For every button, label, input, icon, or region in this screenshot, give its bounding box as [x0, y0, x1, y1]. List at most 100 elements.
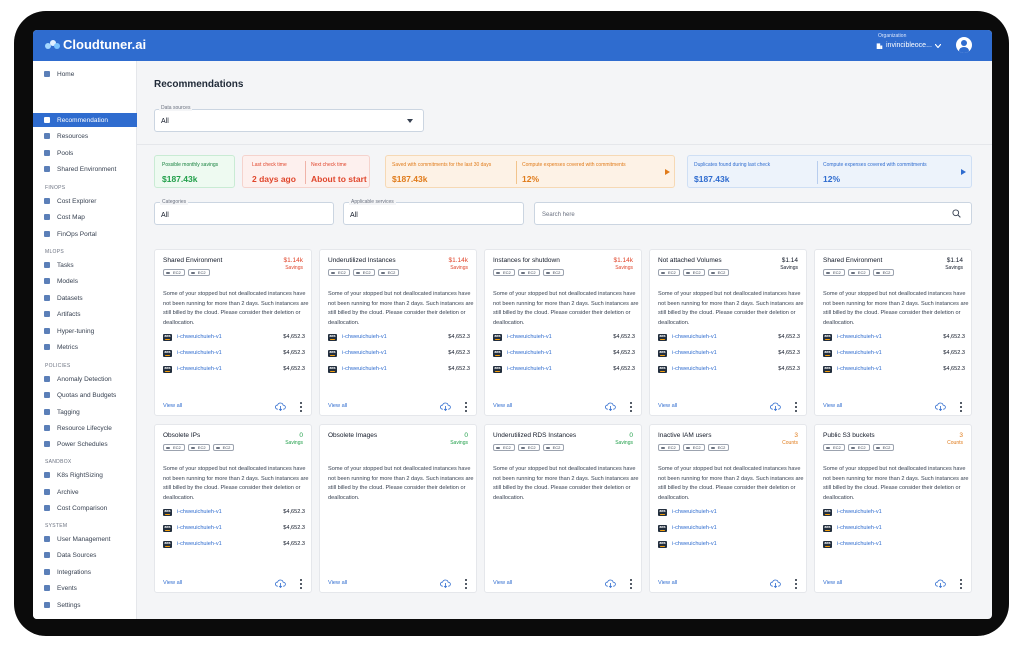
view-all-link[interactable]: View all: [163, 403, 182, 409]
user-avatar[interactable]: [956, 37, 972, 53]
cloud-download-icon[interactable]: [275, 402, 286, 411]
duplicates-card[interactable]: Duplicates found during last check $187.…: [687, 155, 972, 188]
instance-name[interactable]: i-chweuichuieh-v1: [342, 334, 387, 340]
instance-name[interactable]: i-chweuichuieh-v1: [177, 525, 222, 531]
search-input[interactable]: Search here: [534, 202, 972, 225]
instance-row[interactable]: aws i-chweuichuieh-v1 $4,652.3: [163, 541, 305, 549]
sidebar-item-settings[interactable]: Settings: [33, 598, 137, 612]
instance-name[interactable]: i-chweuichuieh-v1: [672, 334, 717, 340]
instance-row[interactable]: aws i-chweuichuieh-v1 $4,652.3: [163, 366, 305, 374]
applicable-services-select[interactable]: Applicable services All: [343, 199, 524, 225]
cloud-download-icon[interactable]: [440, 402, 451, 411]
recommendation-card[interactable]: Shared Environment $1.14 Savings EC2 EC2 EC2 S…: [814, 249, 972, 416]
instance-row[interactable]: aws i-chweuichuieh-v1 $4,652.3: [493, 350, 635, 358]
more-options-icon[interactable]: [629, 402, 633, 412]
instance-row[interactable]: aws i-chweuichuieh-v1 $4,652.3: [328, 366, 470, 374]
instance-row[interactable]: aws i-chweuichuieh-v1 $4,652.3: [493, 334, 635, 342]
instance-row[interactable]: aws i-chweuichuieh-v1 $4,652.3: [493, 366, 635, 374]
view-all-link[interactable]: View all: [328, 403, 347, 409]
instance-name[interactable]: i-chweuichuieh-v1: [837, 509, 882, 515]
instance-row[interactable]: aws i-chweuichuieh-v1 $4,652.3: [163, 350, 305, 358]
instance-name[interactable]: i-chweuichuieh-v1: [177, 366, 222, 372]
cloud-download-icon[interactable]: [605, 402, 616, 411]
instance-name[interactable]: i-chweuichuieh-v1: [837, 350, 882, 356]
instance-name[interactable]: i-chweuichuieh-v1: [507, 366, 552, 372]
view-all-link[interactable]: View all: [163, 580, 182, 586]
sidebar-item-anomaly-detection[interactable]: Anomaly Detection: [33, 372, 137, 386]
instance-name[interactable]: i-chweuichuieh-v1: [507, 334, 552, 340]
cloud-download-icon[interactable]: [770, 402, 781, 411]
cloud-download-icon[interactable]: [935, 402, 946, 411]
instance-row[interactable]: aws i-chweuichuieh-v1: [658, 541, 800, 549]
instance-row[interactable]: aws i-chweuichuieh-v1 $4,652.3: [163, 525, 305, 533]
instance-name[interactable]: i-chweuichuieh-v1: [672, 509, 717, 515]
instance-row[interactable]: aws i-chweuichuieh-v1 $4,652.3: [823, 334, 965, 342]
view-all-link[interactable]: View all: [823, 580, 842, 586]
recommendation-card[interactable]: Underutilized Instances $1.14k Savings EC2 E…: [319, 249, 477, 416]
sidebar-item-tasks[interactable]: Tasks: [33, 258, 137, 272]
sidebar-item-cost-comparison[interactable]: Cost Comparison: [33, 501, 137, 515]
instance-row[interactable]: aws i-chweuichuieh-v1 $4,652.3: [658, 366, 800, 374]
sidebar-item-hyper-tuning[interactable]: Hyper-tuning: [33, 324, 137, 338]
sidebar-item-models[interactable]: Models: [33, 274, 137, 288]
commitments-card[interactable]: Saved with commitments for the last 30 d…: [385, 155, 675, 188]
recommendation-card[interactable]: Obsolete IPs 0 Savings EC2 EC2 EC2 Some of you…: [154, 424, 312, 593]
more-options-icon[interactable]: [299, 402, 303, 412]
cloud-download-icon[interactable]: [440, 579, 451, 588]
instance-row[interactable]: aws i-chweuichuieh-v1 $4,652.3: [328, 350, 470, 358]
sidebar-item-home[interactable]: Home: [33, 67, 137, 81]
sidebar-item-cost-map[interactable]: Cost Map: [33, 210, 137, 224]
instance-name[interactable]: i-chweuichuieh-v1: [837, 525, 882, 531]
more-options-icon[interactable]: [299, 579, 303, 589]
sidebar-item-metrics[interactable]: Metrics: [33, 340, 137, 354]
sidebar-item-quotas-budgets[interactable]: Quotas and Budgets: [33, 388, 137, 402]
view-all-link[interactable]: View all: [328, 580, 347, 586]
instance-name[interactable]: i-chweuichuieh-v1: [837, 366, 882, 372]
view-all-link[interactable]: View all: [823, 403, 842, 409]
instance-name[interactable]: i-chweuichuieh-v1: [177, 334, 222, 340]
data-sources-select[interactable]: All: [154, 109, 424, 132]
sidebar-item-events[interactable]: Events: [33, 581, 137, 595]
recommendation-card[interactable]: Instances for shutdown $1.14k Savings EC2 EC…: [484, 249, 642, 416]
recommendation-card[interactable]: Public S3 buckets 3 Counts EC2 EC2 EC2 Some of…: [814, 424, 972, 593]
sidebar-item-cost-explorer[interactable]: Cost Explorer: [33, 194, 137, 208]
sidebar-item-shared-environment[interactable]: Shared Environment: [33, 162, 137, 176]
instance-name[interactable]: i-chweuichuieh-v1: [177, 350, 222, 356]
sidebar-item-finops-portal[interactable]: FinOps Portal: [33, 227, 137, 241]
more-options-icon[interactable]: [794, 402, 798, 412]
cloud-download-icon[interactable]: [275, 579, 286, 588]
sidebar-item-archive[interactable]: Archive: [33, 485, 137, 499]
sidebar-item-power-schedules[interactable]: Power Schedules: [33, 437, 137, 451]
view-all-link[interactable]: View all: [658, 580, 677, 586]
instance-name[interactable]: i-chweuichuieh-v1: [177, 509, 222, 515]
more-options-icon[interactable]: [794, 579, 798, 589]
instance-name[interactable]: i-chweuichuieh-v1: [507, 350, 552, 356]
instance-row[interactable]: aws i-chweuichuieh-v1 $4,652.3: [658, 350, 800, 358]
sidebar-item-resources[interactable]: Resources: [33, 129, 137, 143]
instance-name[interactable]: i-chweuichuieh-v1: [672, 350, 717, 356]
view-all-link[interactable]: View all: [658, 403, 677, 409]
recommendation-card[interactable]: Underutilized RDS Instances 0 Savings EC2 EC…: [484, 424, 642, 593]
sidebar-item-tagging[interactable]: Tagging: [33, 405, 137, 419]
cloud-download-icon[interactable]: [605, 579, 616, 588]
instance-row[interactable]: aws i-chweuichuieh-v1: [823, 525, 965, 533]
cloud-download-icon[interactable]: [770, 579, 781, 588]
instance-row[interactable]: aws i-chweuichuieh-v1 $4,652.3: [163, 509, 305, 517]
instance-row[interactable]: aws i-chweuichuieh-v1 $4,652.3: [658, 334, 800, 342]
sidebar-item-integrations[interactable]: Integrations: [33, 565, 137, 579]
more-options-icon[interactable]: [959, 402, 963, 412]
cloud-download-icon[interactable]: [935, 579, 946, 588]
instance-name[interactable]: i-chweuichuieh-v1: [342, 366, 387, 372]
recommendation-card[interactable]: Inactive IAM users 3 Counts EC2 EC2 EC2 Some o…: [649, 424, 807, 593]
instance-row[interactable]: aws i-chweuichuieh-v1 $4,652.3: [163, 334, 305, 342]
instance-row[interactable]: aws i-chweuichuieh-v1 $4,652.3: [823, 366, 965, 374]
view-all-link[interactable]: View all: [493, 580, 512, 586]
recommendation-card[interactable]: Obsolete Images 0 Savings Some of your stop…: [319, 424, 477, 593]
instance-row[interactable]: aws i-chweuichuieh-v1: [658, 525, 800, 533]
search-icon[interactable]: [952, 209, 961, 218]
sidebar-item-pools[interactable]: Pools: [33, 146, 137, 160]
sidebar-item-k8s-rightsizing[interactable]: K8s RightSizing: [33, 468, 137, 482]
instance-row[interactable]: aws i-chweuichuieh-v1 $4,652.3: [823, 350, 965, 358]
instance-name[interactable]: i-chweuichuieh-v1: [672, 366, 717, 372]
sidebar-item-user-management[interactable]: User Management: [33, 532, 137, 546]
